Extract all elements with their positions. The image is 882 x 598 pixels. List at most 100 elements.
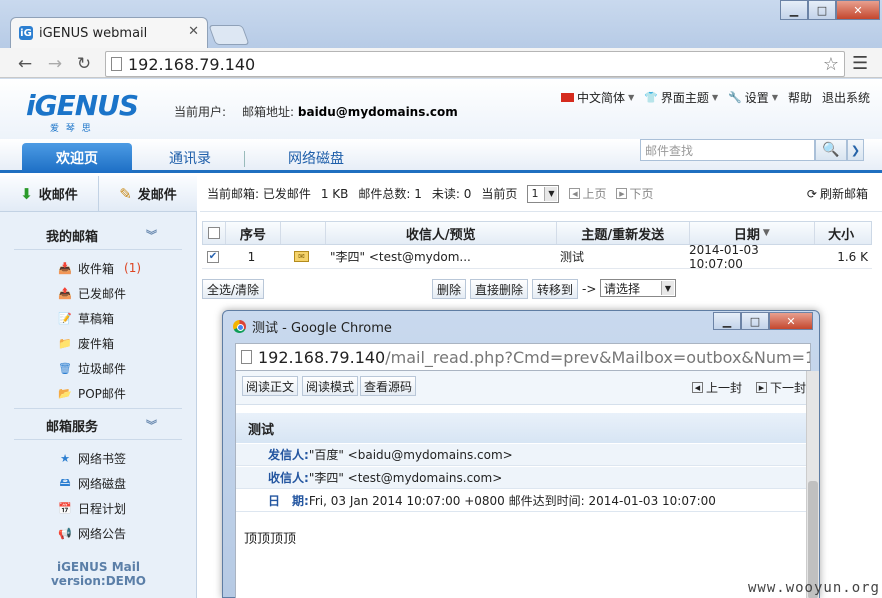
version-line-2: version:DEMO: [50, 574, 147, 588]
chevron-down-icon[interactable]: ︾: [146, 417, 157, 433]
popup-scrollbar[interactable]: [806, 371, 819, 598]
next-page-button[interactable]: ▶ 下页: [616, 185, 653, 202]
services-section[interactable]: 邮箱服务 ︾: [0, 412, 197, 438]
row-checkbox[interactable]: ✔: [207, 250, 219, 263]
row-size: 1.6 K: [837, 249, 868, 264]
tab-welcome[interactable]: 欢迎页: [22, 143, 132, 173]
tab-netdisk[interactable]: 网络磁盘: [258, 143, 374, 173]
popup-minimize-button[interactable]: ▁: [713, 312, 741, 330]
select-all-checkbox[interactable]: [207, 227, 220, 239]
logout-link[interactable]: 退出系统: [822, 89, 870, 106]
mailbox-size: 1 KB: [320, 186, 349, 201]
mail-address-value: baidu@mydomains.com: [297, 105, 458, 119]
sidebar-item-announce[interactable]: 📢 网络公告: [58, 522, 126, 544]
compose-mail-button[interactable]: ✎ 发邮件: [98, 176, 197, 211]
chrome-menu-icon[interactable]: ☰: [852, 53, 868, 74]
next-mail-button[interactable]: ▶ 下一封: [756, 379, 806, 396]
sidebar-item-label: 网络公告: [78, 526, 127, 541]
announce-icon: 📢: [58, 526, 72, 540]
close-window-button[interactable]: ✕: [836, 0, 880, 20]
sidebar-item-pop[interactable]: 📂 POP邮件: [58, 382, 126, 404]
popup-close-button[interactable]: ✕: [769, 312, 813, 330]
table-row[interactable]: ✔ 1 ✉ "李四" <test@mydom... 测试 2014-01-03 …: [202, 242, 872, 271]
mail-unread: 未读: 0: [431, 187, 472, 201]
mail-body: 顶顶顶顶: [244, 532, 297, 547]
sidebar-item-calendar[interactable]: 📅 日程计划: [58, 497, 126, 519]
close-tab-icon[interactable]: ✕: [188, 24, 199, 39]
mail-address-label: 邮箱地址:: [242, 105, 295, 119]
address-bar[interactable]: 192.168.79.140 ☆: [105, 51, 845, 77]
read-mode-button[interactable]: 阅读模式: [302, 376, 359, 396]
row-date: 2014-01-03 10:07:00: [689, 242, 759, 271]
read-toolbar: 阅读正文 阅读模式 查看源码 ◀ 上一封 ▶ 下一封: [236, 371, 812, 405]
read-text-button[interactable]: 阅读正文: [242, 376, 299, 396]
refresh-label: 刷新邮箱: [819, 187, 868, 201]
my-mailbox-section[interactable]: 我的邮箱 ︾: [0, 222, 197, 248]
sidebar-item-label: 草稿箱: [78, 311, 115, 326]
to-value: "李四" <test@mydomains.com>: [308, 471, 503, 485]
page-select[interactable]: 1 ▼: [527, 184, 560, 203]
date-row: 日 期: Fri, 03 Jan 2014 10:07:00 +0800 邮件达到…: [236, 490, 810, 512]
prev-page-button[interactable]: ◀ 上页: [569, 185, 606, 202]
language-menu[interactable]: 中文简体 ▼: [561, 89, 634, 106]
tab-contacts[interactable]: 通讯录: [144, 143, 236, 173]
compose-label: 发邮件: [137, 188, 177, 203]
draft-icon: 📝: [58, 311, 72, 325]
trash-icon: 🗑: [58, 361, 72, 375]
reload-icon[interactable]: ↻: [73, 53, 95, 75]
left-arrow-icon: ◀: [692, 382, 703, 393]
move-to-button[interactable]: 转移到: [532, 279, 579, 299]
chevron-right-icon[interactable]: ❯: [847, 139, 864, 161]
inbox-icon: 📥: [58, 261, 72, 275]
dropdown-arrow-icon: ▼: [661, 281, 674, 295]
col-num[interactable]: 序号: [224, 222, 280, 244]
select-all-button[interactable]: 全选/清除: [202, 279, 265, 299]
watermark: www.wooyun.org: [747, 580, 880, 596]
back-arrow-icon[interactable]: ←: [14, 53, 36, 75]
sidebar-item-inbox[interactable]: 📥 收件箱 (1): [58, 257, 141, 279]
page-icon: [241, 350, 252, 364]
delete-direct-button[interactable]: 直接删除: [470, 279, 529, 299]
sidebar-item-label: 废件箱: [78, 336, 115, 351]
compose-pencil-icon: ✎: [119, 184, 132, 203]
mail-search-input[interactable]: 邮件查找: [640, 139, 815, 161]
col-size[interactable]: 大小: [814, 222, 871, 244]
settings-menu[interactable]: 🔧 设置 ▼: [728, 89, 778, 106]
col-recipient[interactable]: 收信人/预览: [324, 222, 556, 244]
popup-maximize-button[interactable]: □: [741, 312, 769, 330]
receive-mail-button[interactable]: ⬇ 收邮件: [0, 176, 98, 211]
prev-mail-button[interactable]: ◀ 上一封: [692, 379, 742, 396]
col-subject[interactable]: 主题/重新发送: [555, 222, 689, 244]
new-tab-button[interactable]: [208, 25, 250, 45]
sidebar-item-bookmarks[interactable]: ★ 网络书签: [58, 447, 126, 469]
sidebar-item-netdisk[interactable]: 🖴 网络磁盘: [58, 472, 126, 494]
current-user-label: 当前用户:: [174, 105, 227, 119]
forward-arrow-icon[interactable]: →: [44, 53, 66, 75]
row-recipient[interactable]: "李四" <test@mydom...: [324, 248, 556, 265]
mail-subject: 测试: [236, 413, 810, 443]
theme-menu[interactable]: 👕 界面主题 ▼: [644, 89, 718, 106]
refresh-mailbox-button[interactable]: ⟳ 刷新邮箱: [807, 185, 868, 202]
sidebar-item-junk[interactable]: 📁 废件箱: [58, 332, 114, 354]
help-link[interactable]: 帮助: [788, 89, 812, 106]
sidebar-item-sent[interactable]: 📤 已发邮件: [58, 282, 126, 304]
browser-tab[interactable]: iG iGENUS webmail ✕: [10, 17, 208, 48]
move-folder-select[interactable]: 请选择 ▼: [600, 279, 676, 297]
delete-button[interactable]: 删除: [432, 279, 467, 299]
view-source-button[interactable]: 查看源码: [360, 376, 417, 396]
popup-address-bar[interactable]: 192.168.79.140/mail_read.php?Cmd=prev&Ma…: [235, 343, 811, 371]
minimize-button[interactable]: ▁: [780, 0, 808, 20]
from-label: 发信人:: [268, 448, 309, 462]
sidebar-item-drafts[interactable]: 📝 草稿箱: [58, 307, 114, 329]
col-date-label: 日期: [733, 227, 760, 243]
sidebar-item-spam[interactable]: 🗑 垃圾邮件: [58, 357, 126, 379]
row-subject[interactable]: 测试: [556, 248, 689, 265]
from-row: 发信人: "百度" <baidu@mydomains.com>: [236, 444, 810, 466]
col-date[interactable]: 日期 ▼: [688, 222, 815, 244]
bookmark-star-icon[interactable]: ☆: [823, 54, 839, 75]
chevron-down-icon[interactable]: ︾: [146, 227, 157, 243]
search-icon[interactable]: 🔍: [815, 139, 847, 161]
maximize-button[interactable]: □: [808, 0, 836, 20]
igenus-logo: iGENUS: [26, 89, 139, 122]
settings-label: 设置: [744, 91, 769, 105]
